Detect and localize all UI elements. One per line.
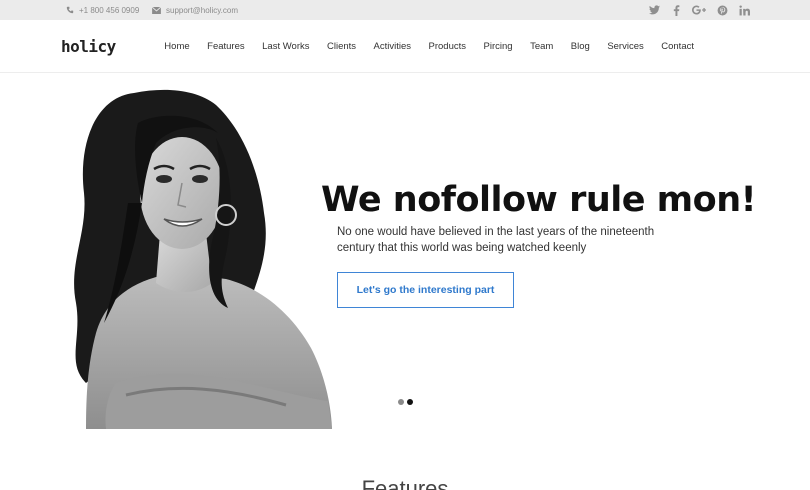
envelope-icon	[152, 6, 161, 14]
slider-dot-2[interactable]	[407, 399, 413, 405]
nav-activities[interactable]: Activities	[374, 41, 411, 52]
hero-subtext: No one would have believed in the last y…	[337, 226, 655, 254]
nav-services[interactable]: Services	[607, 41, 643, 52]
slider-pagination	[398, 399, 413, 405]
nav-pricing[interactable]: Pircing	[484, 41, 513, 52]
hero-headline: We nofollow rule mon!	[321, 180, 757, 220]
site-header: holicy Home Features Last Works Clients …	[0, 20, 810, 73]
nav-clients[interactable]: Clients	[327, 41, 356, 52]
nav-team[interactable]: Team	[530, 41, 553, 52]
nav-last-works[interactable]: Last Works	[262, 41, 309, 52]
slider-dot-1[interactable]	[398, 399, 404, 405]
email-address: support@holicy.com	[166, 5, 238, 15]
twitter-icon[interactable]	[648, 4, 660, 16]
email-contact[interactable]: support@holicy.com	[152, 0, 238, 20]
nav-features[interactable]: Features	[207, 41, 245, 52]
main-nav: Home Features Last Works Clients Activit…	[147, 20, 694, 73]
social-links	[648, 0, 750, 20]
phone-icon	[66, 6, 74, 14]
cta-button[interactable]: Let's go the interesting part	[337, 272, 514, 308]
nav-products[interactable]: Products	[429, 41, 467, 52]
pinterest-icon[interactable]	[716, 4, 728, 16]
facebook-icon[interactable]	[670, 4, 682, 16]
hero-portrait-image	[74, 89, 333, 429]
nav-home[interactable]: Home	[164, 41, 189, 52]
linkedin-icon[interactable]	[738, 4, 750, 16]
nav-contact[interactable]: Contact	[661, 41, 694, 52]
phone-contact[interactable]: +1 800 456 0909	[66, 0, 139, 20]
site-logo[interactable]: holicy	[61, 37, 116, 56]
google-plus-icon[interactable]	[692, 4, 706, 16]
phone-number: +1 800 456 0909	[79, 5, 140, 15]
top-bar: +1 800 456 0909 support@holicy.com	[0, 0, 810, 20]
features-section-title: Features	[361, 476, 449, 490]
hero-slider: We nofollow rule mon! No one would have …	[0, 73, 810, 429]
nav-blog[interactable]: Blog	[571, 41, 590, 52]
